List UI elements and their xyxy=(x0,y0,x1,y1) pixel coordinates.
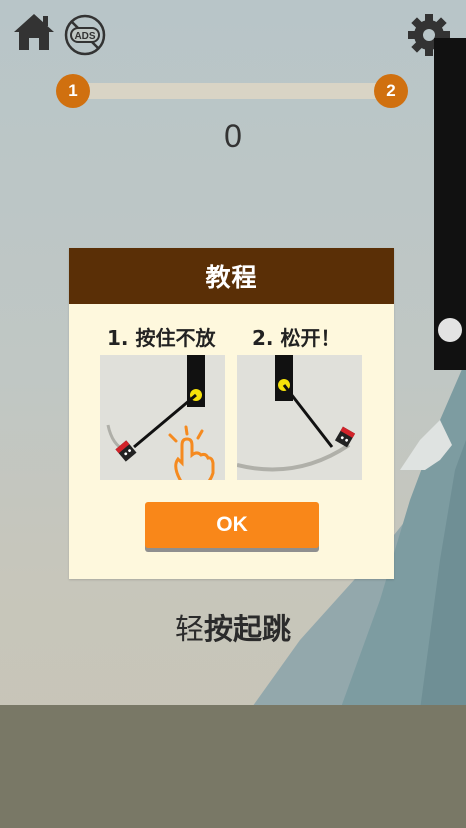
tap-hand-icon xyxy=(168,425,215,480)
next-level-badge: 2 xyxy=(374,74,408,108)
no-ads-button[interactable]: ADS xyxy=(64,14,106,56)
home-button[interactable] xyxy=(12,12,56,52)
home-icon xyxy=(14,14,54,50)
score: 0 xyxy=(224,118,242,154)
ads-label: ADS xyxy=(74,31,95,42)
tap-to-jump-hint: 轻按起跳 xyxy=(0,606,466,648)
hold-illustration xyxy=(100,355,225,480)
level-progress: 1 2 xyxy=(56,74,408,108)
hint-emphasis: 按起跳 xyxy=(204,612,292,646)
ground xyxy=(0,705,466,828)
release-illustration xyxy=(237,355,362,480)
no-ads-icon: ADS xyxy=(64,14,106,56)
tutorial-title: 教程 xyxy=(69,248,394,304)
tutorial-dialog: 教程 1. 按住不放 2. 松开！ OK xyxy=(69,248,394,579)
step1-label: 1. 按住不放 xyxy=(107,326,216,350)
side-slider-handle[interactable] xyxy=(438,318,462,342)
progress-track xyxy=(72,83,392,99)
hint-prefix: 轻 xyxy=(174,612,204,646)
ok-button[interactable]: OK xyxy=(145,502,319,548)
current-level-badge: 1 xyxy=(56,74,90,108)
step2-label: 2. 松开！ xyxy=(252,326,341,350)
